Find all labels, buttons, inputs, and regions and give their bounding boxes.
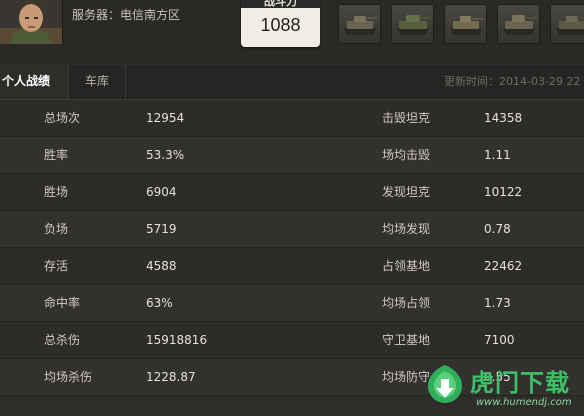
tab-personal-stats[interactable]: 个人战绩 xyxy=(0,65,68,99)
stat-label: 场均击毁 xyxy=(382,148,431,162)
stat-value: 53.3% xyxy=(146,148,185,162)
stats-row: 负场 5719 均场发现 0.78 xyxy=(0,211,584,248)
stats-row: 总场次 12954 击毁坦克 14358 xyxy=(0,100,584,137)
stat-label: 击毁坦克 xyxy=(382,111,431,125)
server-label: 服务器：电信南方区 xyxy=(72,8,181,22)
tab-garage[interactable]: 车库 xyxy=(68,65,126,99)
update-time: 更新时间：2014-03-29 22 xyxy=(444,75,581,88)
stat-value: 7100 xyxy=(484,333,515,347)
watermark-url: www.humendj.com xyxy=(476,397,572,408)
stat-label: 总场次 xyxy=(44,111,81,125)
tank-icon[interactable] xyxy=(444,4,487,44)
tank-icon[interactable] xyxy=(338,4,381,44)
stat-label: 均场占领 xyxy=(382,296,431,310)
watermark: 虎门下载 www.humendj.com xyxy=(414,357,584,416)
stat-value: 10122 xyxy=(484,185,523,199)
stat-value: 6904 xyxy=(146,185,177,199)
stat-label: 均场杀伤 xyxy=(44,370,93,384)
stat-label: 存活 xyxy=(44,259,69,273)
stat-label: 负场 xyxy=(44,222,69,236)
stat-value: 22462 xyxy=(484,259,523,273)
stat-value: 15918816 xyxy=(146,333,208,347)
stat-label: 发现坦克 xyxy=(382,185,431,199)
combat-power-box: 战斗力 1088 xyxy=(241,0,320,47)
stat-value: 1.11 xyxy=(484,148,511,162)
stats-row: 胜场 6904 发现坦克 10122 xyxy=(0,174,584,211)
tab-bar: 个人战绩 车库 更新时间：2014-03-29 22 xyxy=(0,65,584,100)
download-logo-icon xyxy=(428,365,462,403)
stats-row: 总杀伤 15918816 守卫基地 7100 xyxy=(0,322,584,359)
stats-table: 总场次 12954 击毁坦克 14358 胜率 53.3% 场均击毁 1.11 … xyxy=(0,100,584,396)
stat-value: 12954 xyxy=(146,111,185,125)
stat-label: 胜场 xyxy=(44,185,69,199)
watermark-text: 虎门下载 xyxy=(470,369,570,397)
stat-label: 占领基地 xyxy=(382,259,431,273)
tank-icon[interactable] xyxy=(550,4,584,44)
stats-row: 胜率 53.3% 场均击毁 1.11 xyxy=(0,137,584,174)
stat-value: 1228.87 xyxy=(146,370,196,384)
stat-label: 均场发现 xyxy=(382,222,431,236)
stat-label: 命中率 xyxy=(44,296,81,310)
stat-value: 63% xyxy=(146,296,173,310)
stats-row: 存活 4588 占领基地 22462 xyxy=(0,248,584,285)
combat-power-title: 战斗力 xyxy=(241,0,320,8)
stats-row: 命中率 63% 均场占领 1.73 xyxy=(0,285,584,322)
combat-power-value: 1088 xyxy=(260,15,301,35)
stat-value: 1.73 xyxy=(484,296,511,310)
tank-list xyxy=(338,4,584,44)
profile-header: 服务器：电信南方区 战斗力 1088 xyxy=(0,0,584,64)
stat-value: 14358 xyxy=(484,111,523,125)
stat-label: 总杀伤 xyxy=(44,333,81,347)
stat-label: 守卫基地 xyxy=(382,333,431,347)
stat-value: 5719 xyxy=(146,222,177,236)
stat-label: 胜率 xyxy=(44,148,69,162)
stat-value: 0.78 xyxy=(484,222,511,236)
stat-value: 4588 xyxy=(146,259,177,273)
tank-icon[interactable] xyxy=(497,4,540,44)
tank-icon[interactable] xyxy=(391,4,434,44)
player-avatar[interactable] xyxy=(0,0,63,44)
